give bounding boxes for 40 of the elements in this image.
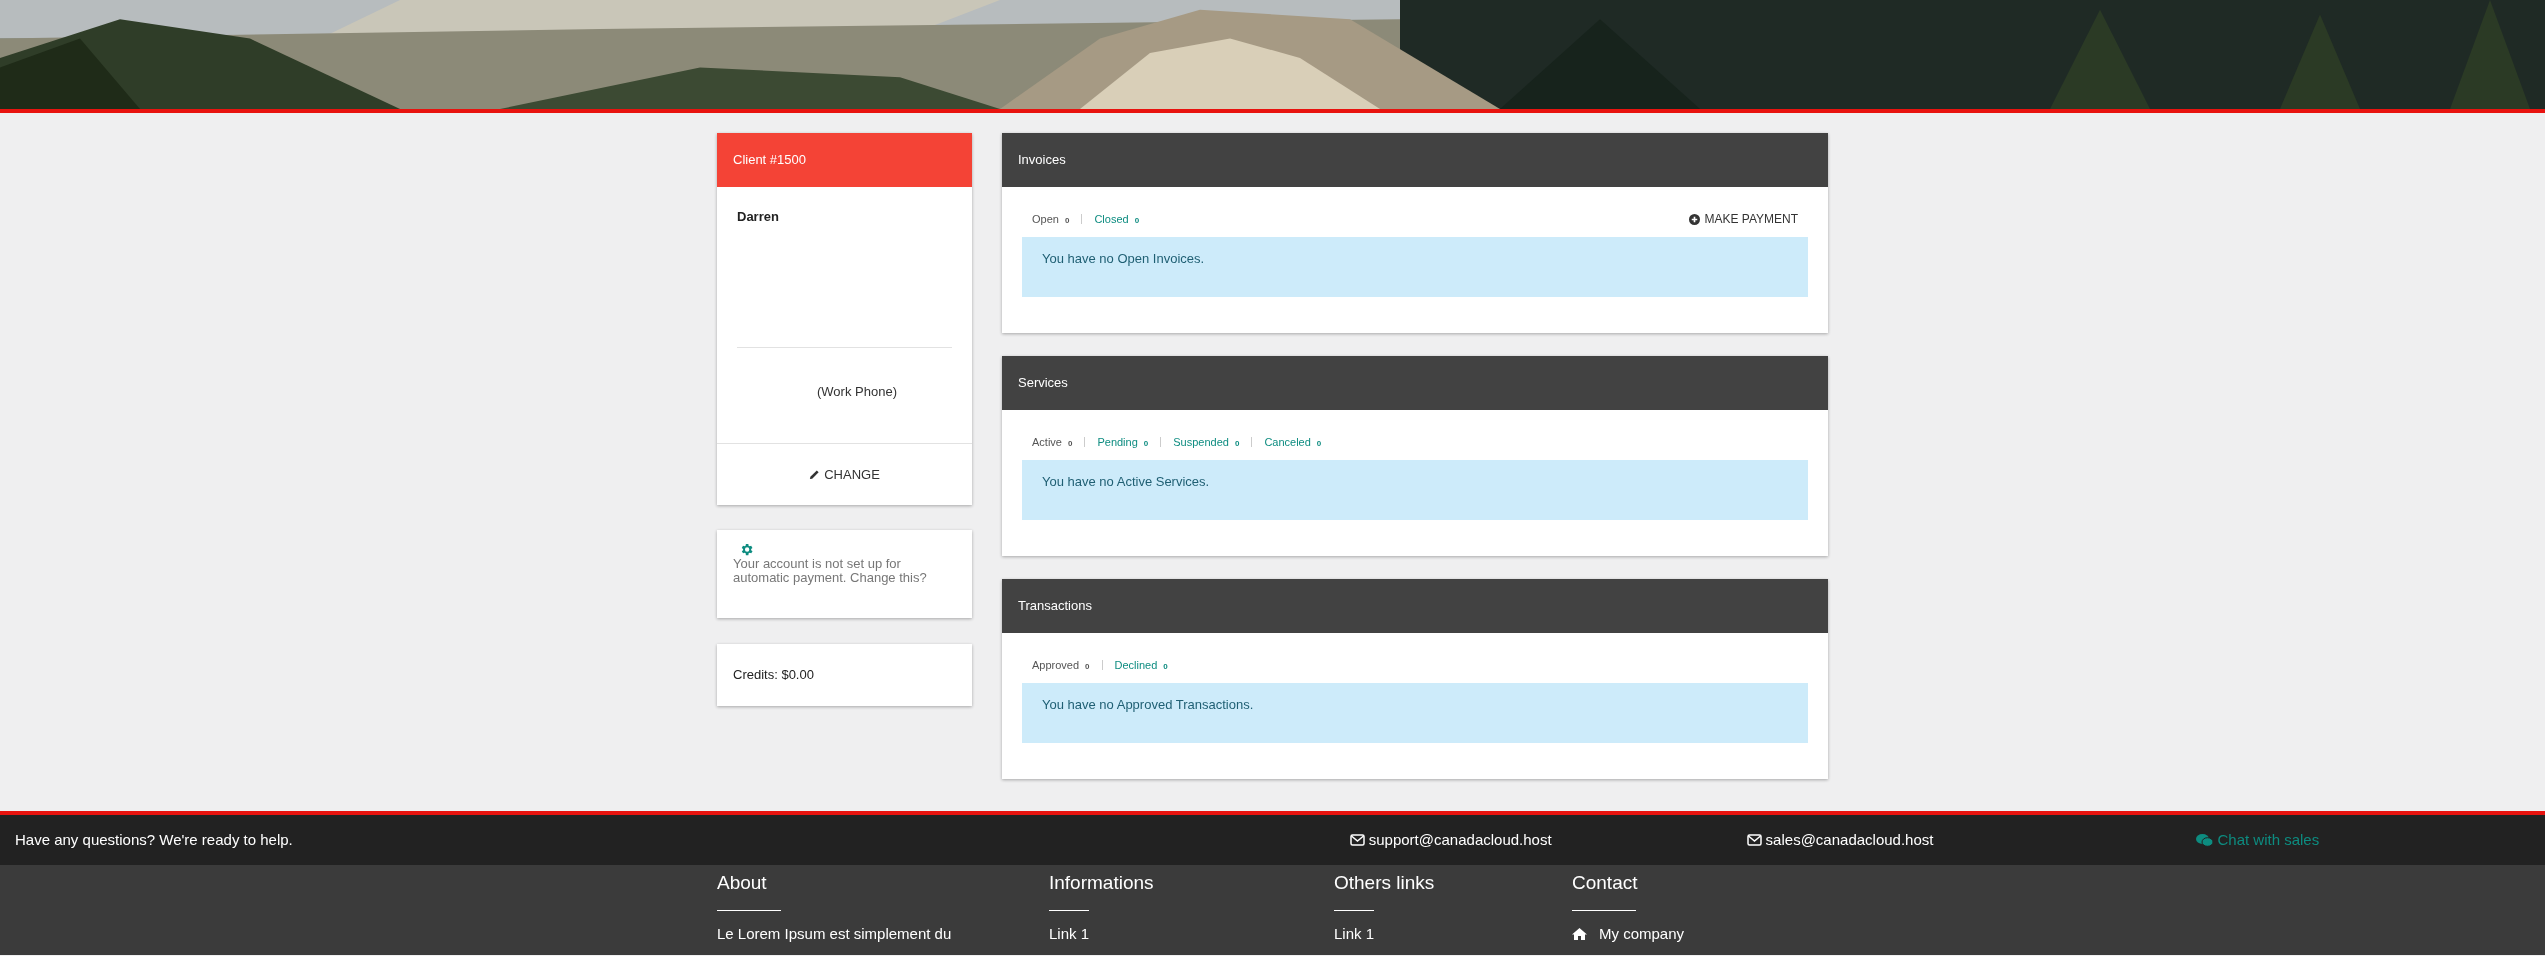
panel-title: Invoices — [1018, 151, 1066, 170]
filter-tab[interactable]: Declined 0 — [1114, 656, 1168, 674]
filter-tab[interactable]: Open 0 — [1032, 210, 1070, 228]
home-icon — [1572, 927, 1587, 940]
chat-link[interactable]: Chat with sales — [2196, 828, 2320, 852]
footer-heading: Contact — [1572, 871, 1638, 895]
credits-text: Credits: $0.00 — [733, 666, 814, 685]
phone-label: (Work Phone) — [817, 382, 897, 401]
notice-text: You have no Active Services. — [1042, 473, 1210, 491]
make-payment-button[interactable]: MAKE PAYMENT — [1689, 210, 1798, 228]
notice-text: You have no Approved Transactions. — [1042, 696, 1254, 714]
filter-tab[interactable]: Approved 0 — [1032, 656, 1090, 674]
pencil-icon — [809, 469, 821, 480]
notice-text: You have no Open Invoices. — [1042, 250, 1205, 268]
filter-tab[interactable]: Closed 0 — [1094, 210, 1140, 228]
autopay-message[interactable]: Your account is not set up for automatic payment. Change this? — [733, 557, 956, 585]
help-text: Have any questions? We're ready to help. — [15, 829, 293, 850]
mail-icon — [1349, 834, 1365, 846]
footer-heading: About — [717, 871, 767, 895]
mail-icon — [1746, 834, 1762, 846]
sales-email-link[interactable]: sales@canadacloud.host — [1746, 828, 1934, 852]
support-email-link[interactable]: support@canadacloud.host — [1349, 828, 1552, 852]
footer-heading: Informations — [1049, 871, 1154, 895]
card-title: Client #1500 — [733, 151, 806, 170]
footer-text: Le Lorem Ipsum est simplement du — [717, 923, 952, 944]
filter-tab[interactable]: Canceled 0 — [1264, 433, 1322, 451]
panel-title: Services — [1018, 374, 1068, 393]
footer-heading: Others links — [1334, 871, 1435, 895]
panel-title: Transactions — [1018, 597, 1092, 616]
footer-link[interactable]: Link 1 — [1049, 922, 1090, 945]
filter-tab[interactable]: Pending 0 — [1097, 433, 1149, 451]
filter-tab[interactable]: Active 0 — [1032, 433, 1073, 451]
client-name: Darren — [737, 208, 779, 226]
plus-circle-icon — [1689, 213, 1701, 225]
footer-link[interactable]: Link 1 — [1334, 922, 1375, 945]
change-button[interactable]: CHANGE — [809, 464, 880, 485]
gear-icon — [739, 542, 754, 557]
chat-icon — [2196, 833, 2214, 847]
filter-tab[interactable]: Suspended 0 — [1173, 433, 1240, 451]
contact-text: My company — [1599, 923, 1685, 944]
